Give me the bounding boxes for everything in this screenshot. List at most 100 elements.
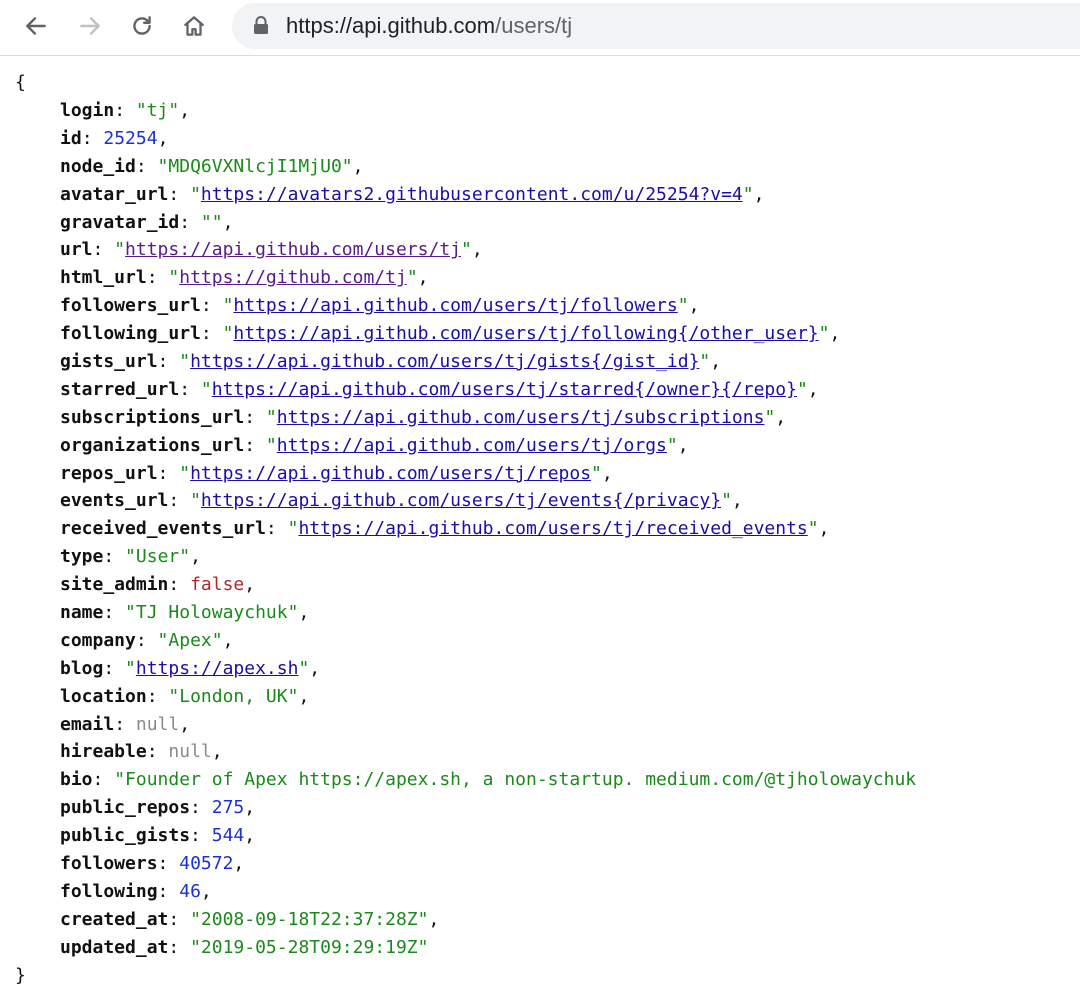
json-link-value[interactable]: https://api.github.com/users/tj/starred{… (212, 379, 797, 400)
address-bar[interactable]: https://api.github.com/users/tj (232, 3, 1080, 49)
json-key: company (60, 629, 136, 651)
json-comma: , (677, 434, 689, 456)
json-colon: : (265, 518, 288, 540)
json-quote: " (742, 183, 754, 205)
json-row-hireable: hireable: null, (15, 738, 916, 766)
json-quote: " (125, 657, 136, 679)
json-key: repos_url (60, 462, 158, 484)
json-row-id: id: 25254, (15, 125, 916, 153)
json-number-value: 25254 (103, 127, 158, 149)
json-key: public_repos (60, 797, 191, 819)
json-quote: " (190, 908, 201, 930)
json-row-events-url: events_url: "https://api.github.com/user… (15, 487, 916, 515)
json-viewer: { login: "tj", id: 25254, node_id: "MDQ6VX… (15, 69, 916, 990)
json-quote: " (341, 155, 353, 177)
json-quote: " (211, 629, 223, 651)
json-comma: , (731, 490, 743, 512)
json-colon: : (135, 155, 158, 177)
json-quote: " (265, 434, 277, 456)
json-link-value[interactable]: https://api.github.com/users/tj/orgs (277, 435, 667, 456)
json-quote: " (125, 546, 136, 568)
json-quote: " (298, 657, 310, 679)
json-key: subscriptions_url (60, 406, 245, 428)
json-quote: " (135, 100, 147, 121)
close-brace: } (15, 964, 26, 986)
json-quote: " (721, 490, 732, 512)
json-row-followers-url: followers_url: "https://api.github.com/u… (15, 292, 916, 320)
json-key: received_events_url (60, 518, 266, 540)
json-quote: " (222, 295, 234, 317)
json-number-value: 40572 (179, 853, 234, 875)
json-number-value: 46 (179, 880, 201, 902)
json-key: following (60, 880, 158, 902)
json-link-value[interactable]: https://api.github.com/users/tj/followin… (233, 323, 818, 344)
forward-button[interactable] (70, 8, 110, 44)
json-link-value[interactable]: https://api.github.com/users/tj (125, 239, 461, 260)
json-colon: : (103, 546, 126, 568)
json-quote: " (114, 769, 126, 791)
json-row-avatar-url: avatar_url: "https://avatars2.githubuser… (15, 181, 916, 209)
json-quote: " (211, 211, 223, 233)
reload-button[interactable] (122, 8, 162, 44)
json-string-value: MDQ6VXNlcjI1MjU0 (168, 155, 342, 177)
home-button[interactable] (174, 8, 214, 44)
json-link-value[interactable]: https://api.github.com/users/tj/received… (298, 518, 807, 539)
json-comma: , (601, 462, 613, 484)
json-colon: : (190, 797, 212, 819)
json-bool-value: false (190, 574, 245, 596)
json-comma: , (818, 518, 830, 540)
json-link-value[interactable]: https://api.github.com/users/tj/follower… (233, 295, 677, 316)
json-quote: " (200, 211, 212, 233)
json-colon: : (244, 406, 266, 428)
json-quote: " (222, 323, 234, 345)
json-colon: : (157, 880, 180, 902)
json-link-value[interactable]: https://apex.sh (136, 658, 299, 679)
json-quote: " (157, 155, 169, 177)
json-colon: : (92, 239, 115, 261)
url-text[interactable]: https://api.github.com/users/tj (286, 3, 572, 49)
json-row-updated-at: updated_at: "2019-05-28T09:29:19Z" (15, 934, 916, 962)
json-key: organizations_url (60, 434, 245, 456)
json-quote: " (818, 323, 830, 345)
json-colon: : (200, 323, 223, 345)
json-row-email: email: null, (15, 711, 916, 739)
json-comma: , (298, 602, 310, 624)
json-key: gists_url (60, 351, 158, 373)
json-comma: , (807, 378, 819, 400)
json-key: hireable (60, 741, 147, 763)
json-row-company: company: "Apex", (15, 627, 916, 655)
json-link-value[interactable]: https://api.github.com/users/tj/events{/… (201, 490, 721, 511)
back-button[interactable] (16, 8, 56, 44)
json-quote: " (796, 378, 808, 400)
json-key: starred_url (60, 378, 180, 400)
json-quote: " (168, 100, 180, 121)
json-string-value: Founder of Apex https://apex.sh, a non-s… (125, 769, 917, 791)
json-colon: : (157, 462, 180, 484)
json-comma: , (417, 267, 429, 289)
json-row-location: location: "London, UK", (15, 683, 916, 711)
json-quote: " (287, 518, 299, 540)
json-comma: , (471, 239, 483, 261)
json-link-value[interactable]: https://avatars2.githubusercontent.com/u… (201, 184, 743, 205)
json-quote: " (168, 267, 180, 289)
json-comma: , (775, 406, 787, 428)
json-colon: : (103, 602, 126, 624)
home-icon (184, 16, 204, 36)
json-key: location (60, 685, 147, 707)
json-colon: : (200, 295, 223, 317)
json-row-gravatar-id: gravatar_id: "", (15, 209, 916, 237)
json-string-value: Apex (168, 629, 212, 651)
json-quote: " (125, 602, 136, 624)
json-row-html-url: html_url: "https://github.com/tj", (15, 264, 916, 292)
json-link-value[interactable]: https://github.com/tj (179, 267, 407, 288)
json-link-value[interactable]: https://api.github.com/users/tj/gists{/g… (190, 351, 699, 372)
json-link-value[interactable]: https://api.github.com/users/tj/subscrip… (277, 407, 765, 428)
json-colon: : (168, 490, 191, 512)
json-link-value[interactable]: https://api.github.com/users/tj/repos (190, 463, 591, 484)
json-key: avatar_url (60, 183, 169, 205)
json-comma: , (428, 908, 440, 930)
json-colon: : (114, 713, 136, 735)
json-row-name: name: "TJ Holowaychuk", (15, 599, 916, 627)
lock-icon (254, 16, 268, 34)
json-key: type (60, 546, 104, 568)
